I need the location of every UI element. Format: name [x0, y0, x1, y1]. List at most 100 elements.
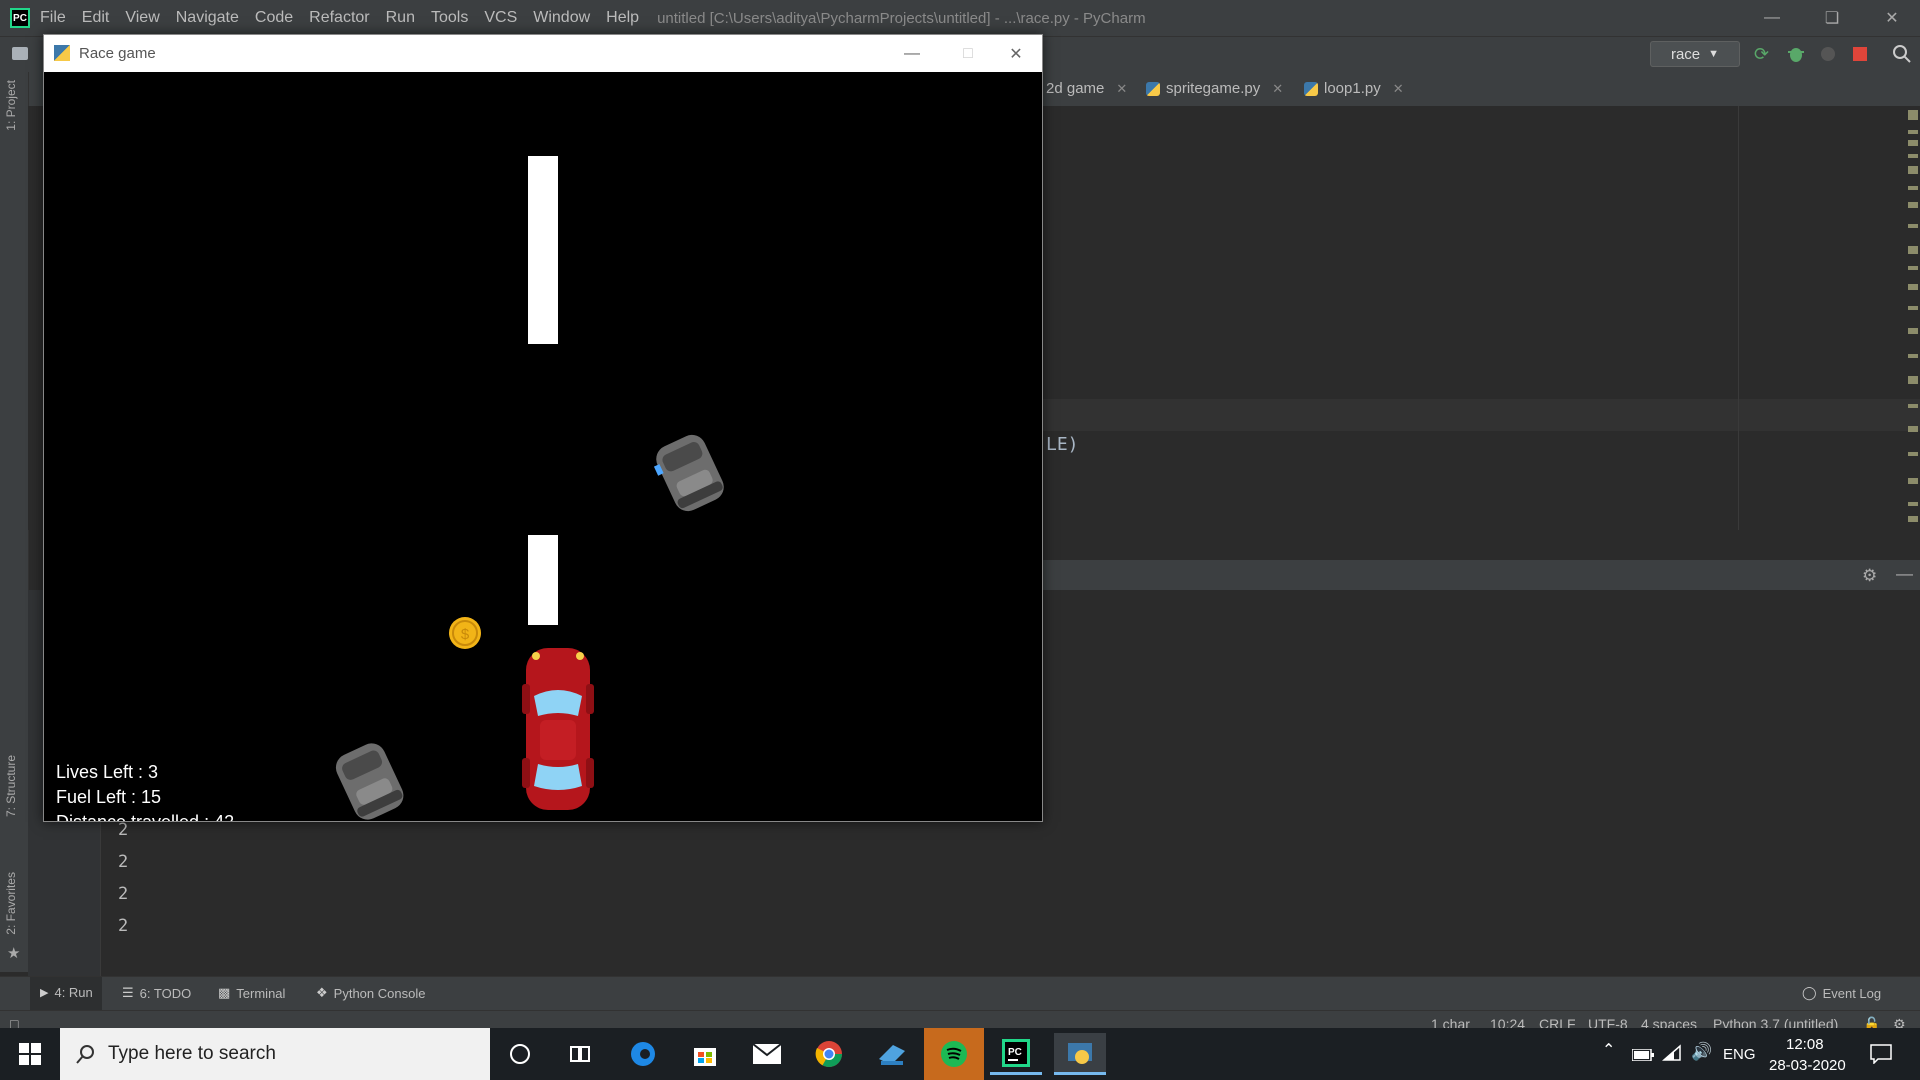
menu-edit[interactable]: Edit: [82, 9, 110, 27]
python-file-icon: [1304, 81, 1318, 96]
menu-navigate[interactable]: Navigate: [176, 9, 239, 27]
tab-label: 2d game: [1046, 80, 1105, 97]
run-config-select[interactable]: race ▼: [1650, 41, 1740, 67]
hide-panel-icon[interactable]: —: [1896, 564, 1913, 584]
store-icon[interactable]: [679, 1033, 731, 1075]
mail-icon[interactable]: [741, 1033, 793, 1075]
close-button[interactable]: ✕: [1864, 0, 1920, 36]
terminal-icon: ▩: [218, 985, 231, 1000]
output-line: 2: [118, 916, 129, 936]
python-file-icon: [1146, 81, 1160, 96]
lane-marker: [528, 156, 558, 344]
chrome-icon[interactable]: [803, 1033, 855, 1075]
coin-symbol: $: [461, 626, 470, 643]
event-log-label: Event Log: [1822, 985, 1882, 1001]
pycharm-taskbar-icon[interactable]: PC: [990, 1033, 1042, 1075]
star-icon: ★: [7, 945, 21, 962]
structure-tool-tab[interactable]: 7: Structure: [4, 755, 18, 817]
tool-tab-label: Python Console: [333, 985, 426, 1001]
play-icon: ▶: [40, 987, 49, 999]
tool-tab-label: Terminal: [236, 985, 286, 1001]
coverage-icon[interactable]: [1818, 44, 1838, 64]
taskbar-search-box[interactable]: Type here to search: [60, 1028, 490, 1080]
language-indicator[interactable]: ENG: [1723, 1046, 1756, 1063]
restore-button[interactable]: ❏: [1804, 0, 1860, 36]
windows-start-icon[interactable]: [4, 1033, 56, 1075]
task-view-icon[interactable]: [554, 1033, 606, 1075]
menu-code[interactable]: Code: [255, 9, 293, 27]
coin-icon: $: [449, 617, 481, 649]
output-line: 2: [118, 820, 129, 840]
menu-refactor[interactable]: Refactor: [309, 9, 369, 27]
tab-loop1[interactable]: loop1.py ✕: [1304, 80, 1404, 97]
rerun-icon[interactable]: ⟳: [1754, 44, 1774, 64]
game-close-button[interactable]: ✕: [988, 35, 1044, 72]
window-title: untitled [C:\Users\aditya\PycharmProject…: [657, 9, 1146, 27]
menu-help[interactable]: Help: [606, 9, 639, 27]
cortana-icon[interactable]: [494, 1033, 546, 1075]
debug-icon[interactable]: [1786, 44, 1806, 64]
terminal-tool-tab[interactable]: ▩ Terminal: [218, 985, 285, 1001]
hud-distance: Distance travelled : 42: [56, 812, 234, 821]
project-tool-tab[interactable]: 1: Project: [4, 80, 18, 131]
menu-window[interactable]: Window: [533, 9, 590, 27]
volume-icon[interactable]: 🔊: [1691, 1042, 1712, 1062]
battery-icon[interactable]: [1631, 1048, 1654, 1065]
hud-lives: Lives Left : 3: [56, 762, 159, 782]
editor-scrollbar-markers[interactable]: [1906, 106, 1918, 530]
game-window-title: Race game: [79, 45, 156, 62]
output-line: 2: [118, 884, 129, 904]
tab-2d-game[interactable]: 2d game ✕: [1046, 80, 1127, 97]
game-minimize-button[interactable]: —: [884, 35, 940, 72]
enemy-car-icon: [335, 743, 404, 820]
run-tool-tab[interactable]: ▶ 4: Run: [40, 985, 93, 1000]
notification-icon[interactable]: [1870, 1044, 1892, 1068]
files-app-icon[interactable]: [866, 1033, 918, 1075]
edge-browser-icon[interactable]: [617, 1033, 669, 1075]
left-tool-strip: [0, 72, 29, 972]
list-icon: ☰: [122, 985, 134, 1000]
pycharm-logo-icon: PC: [10, 8, 30, 28]
menu-vcs[interactable]: VCS: [484, 9, 517, 27]
tab-label: spritegame.py: [1166, 80, 1261, 97]
event-log-icon: ◯: [1802, 985, 1817, 1000]
spotify-icon[interactable]: [924, 1028, 984, 1080]
clock-time[interactable]: 12:08: [1786, 1036, 1824, 1053]
python-console-tool-tab[interactable]: ❖ Python Console: [316, 985, 425, 1001]
tool-tab-label: 4: Run: [54, 985, 93, 1000]
tray-chevron-up-icon[interactable]: ⌃: [1602, 1040, 1615, 1060]
menu-run[interactable]: Run: [386, 9, 415, 27]
python-game-taskbar-icon[interactable]: [1054, 1033, 1106, 1075]
gear-icon[interactable]: ⚙: [1862, 566, 1877, 586]
close-icon[interactable]: ✕: [1272, 81, 1283, 97]
menu-tools[interactable]: Tools: [431, 9, 468, 27]
tool-tab-label: 6: TODO: [139, 985, 192, 1001]
race-game-window[interactable]: Race game — □ ✕ $ Lives Left: 3 Fuel Le…: [43, 34, 1043, 822]
minimize-button[interactable]: —: [1744, 0, 1800, 36]
code-text: LE): [1046, 434, 1079, 455]
lane-marker: [528, 535, 558, 625]
menu-view[interactable]: View: [125, 9, 159, 27]
close-icon[interactable]: ✕: [1116, 81, 1127, 97]
folder-icon[interactable]: [12, 47, 28, 60]
search-icon[interactable]: [1892, 44, 1912, 64]
favorites-tool-tab[interactable]: 2: Favorites: [4, 872, 18, 935]
search-placeholder: Type here to search: [108, 1043, 276, 1064]
game-title-bar[interactable]: Race game — □ ✕: [44, 35, 1042, 72]
search-icon: [76, 1045, 94, 1064]
menu-file[interactable]: File: [40, 9, 66, 27]
close-icon[interactable]: ✕: [1393, 81, 1404, 97]
wifi-icon[interactable]: [1662, 1044, 1682, 1066]
game-canvas[interactable]: $ Lives Left : 3 Fuel Left : 15 Distance…: [44, 72, 1042, 821]
clock-date[interactable]: 28-03-2020: [1769, 1057, 1846, 1074]
stop-icon[interactable]: [1850, 44, 1870, 64]
python-icon: ❖: [316, 985, 328, 1000]
tool-window-tabs: [0, 976, 1920, 1011]
enemy-car-icon: [653, 434, 724, 512]
event-log-button[interactable]: ◯ Event Log: [1802, 985, 1881, 1001]
todo-tool-tab[interactable]: ☰ 6: TODO: [122, 985, 191, 1001]
right-margin-guide: [1738, 106, 1739, 530]
run-panel-header: ⚙ —: [1040, 560, 1920, 590]
tab-spritegame[interactable]: spritegame.py ✕: [1146, 80, 1283, 97]
player-car-icon: [522, 648, 594, 810]
